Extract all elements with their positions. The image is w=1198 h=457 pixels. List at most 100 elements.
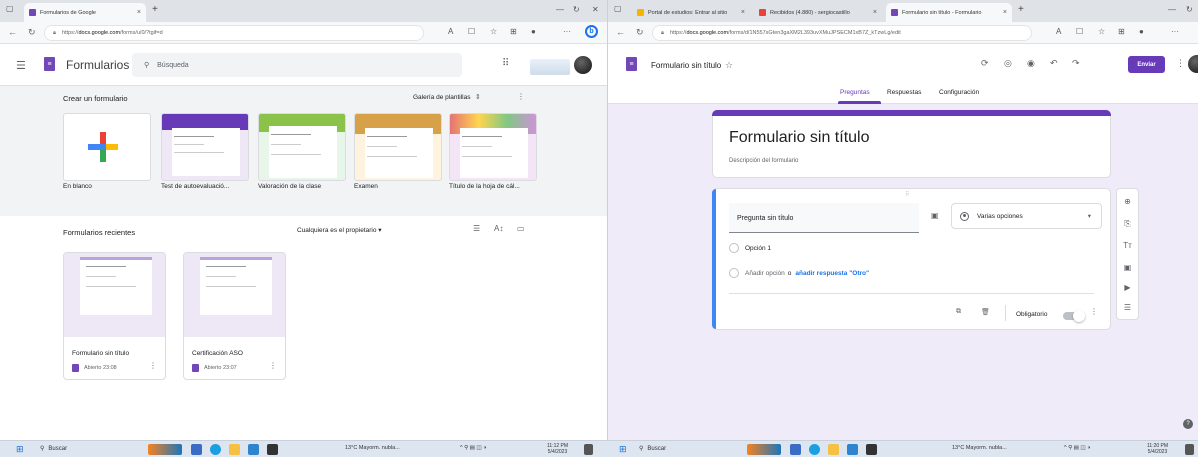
avatar[interactable] [574, 56, 592, 74]
notifications-icon[interactable] [584, 444, 593, 455]
palette-icon[interactable]: ◎ [1004, 58, 1012, 69]
add-image-icon[interactable]: ▣ [1117, 263, 1138, 272]
favorite-icon[interactable]: ☆ [1098, 27, 1105, 36]
form-description-input[interactable]: Descripción del formulario [729, 158, 798, 164]
add-section-icon[interactable]: ☰ [1117, 303, 1138, 312]
undo-icon[interactable]: ↶ [1050, 58, 1058, 69]
forms-logo-icon[interactable]: ≡ [626, 57, 637, 71]
question-type-dropdown[interactable]: Varias opciones ▾ [951, 203, 1102, 229]
question-title-input[interactable]: Pregunta sin título [729, 203, 919, 233]
tab-responses[interactable]: Respuestas [887, 89, 921, 96]
star-icon[interactable]: ☆ [725, 60, 733, 71]
drag-handle-icon[interactable]: ⠿ [905, 191, 909, 198]
more-icon[interactable]: ··· [563, 27, 571, 36]
sort-az-icon[interactable]: A↕ [494, 224, 503, 233]
tab-actions-icon[interactable]: ▢ [6, 4, 14, 13]
avatar[interactable] [1188, 55, 1198, 73]
taskbar-app-icon[interactable] [148, 444, 182, 455]
tab-form-edit[interactable]: Formulario sin título - Formulario × [886, 3, 1012, 22]
collections-icon[interactable]: ⊞ [510, 27, 517, 36]
taskbar-app-icon[interactable] [747, 444, 781, 455]
duplicate-icon[interactable]: ⧉ [956, 308, 961, 316]
edge-icon[interactable] [210, 444, 221, 455]
tab-actions-icon[interactable]: ▢ [614, 4, 622, 13]
forms-logo-icon[interactable]: ≡ [44, 57, 55, 71]
reload-icon[interactable]: ↻ [28, 27, 36, 38]
tab-formularios[interactable]: Formularios de Google × [24, 3, 146, 22]
search-input[interactable]: ⚲ Búsqueda [132, 53, 462, 77]
close-tab-icon[interactable]: × [869, 9, 877, 16]
terminal-icon[interactable] [866, 444, 877, 455]
back-icon[interactable]: ← [616, 27, 625, 37]
profile-icon[interactable]: ● [531, 27, 536, 36]
add-image-icon[interactable]: ▣ [931, 211, 939, 220]
more-icon[interactable]: ··· [1171, 27, 1179, 36]
clock[interactable]: 11:12 PM 5/4/2023 [547, 443, 568, 455]
store-icon[interactable] [847, 444, 858, 455]
reload-icon[interactable]: ↻ [636, 27, 644, 38]
immersive-icon[interactable]: ☐ [468, 27, 475, 36]
profile-icon[interactable]: ● [1139, 27, 1144, 36]
collections-icon[interactable]: ⊞ [1118, 27, 1125, 36]
refresh-icon[interactable]: ↻ [573, 5, 580, 14]
immersive-icon[interactable]: ☐ [1076, 27, 1083, 36]
more-options-icon[interactable]: ⋮ [269, 361, 277, 370]
file-explorer-icon[interactable] [828, 444, 839, 455]
form-heading-input[interactable]: Formulario sin título [729, 129, 870, 147]
close-tab-icon[interactable]: × [133, 9, 141, 16]
more-options-icon[interactable]: ⋮ [1090, 307, 1098, 316]
redo-icon[interactable]: ↷ [1072, 58, 1080, 69]
tab-questions[interactable]: Preguntas [840, 89, 870, 96]
tab-settings[interactable]: Configuración [939, 89, 979, 96]
close-tab-icon[interactable]: × [737, 9, 745, 16]
close-tab-icon[interactable]: × [999, 9, 1007, 16]
required-toggle[interactable] [1063, 310, 1085, 322]
store-icon[interactable] [248, 444, 259, 455]
delete-icon[interactable]: 🗑︎ [981, 308, 990, 316]
add-option-button[interactable]: Añadir opción [745, 270, 785, 277]
url-field[interactable]: 🔒︎ https://docs.google.com/forms/d/1N557… [652, 25, 1032, 41]
preview-icon[interactable]: ◉ [1027, 58, 1035, 69]
task-view-icon[interactable] [191, 444, 202, 455]
taskbar-search[interactable]: ⚲ Buscar [40, 445, 67, 453]
recent-form-card[interactable]: Formulario sin título Abierto 23:08 ⋮ [63, 252, 166, 380]
add-other-link[interactable]: añadir respuesta "Otro" [795, 270, 869, 277]
list-view-icon[interactable]: ☰ [473, 224, 480, 233]
minimize-icon[interactable]: — [1168, 5, 1176, 14]
new-tab-icon[interactable]: + [1018, 4, 1024, 15]
minimize-icon[interactable]: — [556, 5, 564, 14]
tab-gmail[interactable]: Recibidos (4.880) - sergiocastillo × [754, 3, 882, 22]
notifications-icon[interactable] [1185, 444, 1194, 455]
template-gallery-button[interactable]: Galería de plantillas [413, 94, 470, 101]
import-questions-icon[interactable]: ⎘ [1117, 219, 1138, 229]
help-icon[interactable]: ? [1183, 419, 1193, 429]
task-view-icon[interactable] [790, 444, 801, 455]
refresh-icon[interactable]: ↻ [1186, 5, 1193, 14]
terminal-icon[interactable] [267, 444, 278, 455]
system-tray-icons[interactable]: ^ ⚲ ▤ ◫ ◑ [1064, 445, 1090, 451]
apps-grid-icon[interactable]: ⠿ [502, 58, 509, 69]
template-self-assessment[interactable] [161, 113, 249, 181]
tab-portal[interactable]: Portal de estudios: Entrar al sitio × [632, 3, 750, 22]
url-field[interactable]: 🔒︎ https://docs.google.com/forms/u/0/?tg… [44, 25, 424, 41]
more-options-icon[interactable]: ⋮ [517, 92, 525, 101]
option-row[interactable]: Opción 1 [729, 243, 771, 253]
edge-icon[interactable] [809, 444, 820, 455]
add-title-icon[interactable]: Tт [1117, 241, 1138, 250]
more-options-icon[interactable]: ⋮ [149, 361, 157, 370]
favorite-icon[interactable]: ☆ [490, 27, 497, 36]
addons-icon[interactable]: ⟳ [981, 58, 989, 69]
bing-icon[interactable]: b [585, 25, 598, 38]
clock[interactable]: 11:20 PM 5/4/2023 [1147, 443, 1168, 455]
send-button[interactable]: Enviar [1128, 56, 1165, 73]
read-aloud-icon[interactable]: A [448, 27, 453, 36]
template-exam[interactable] [354, 113, 442, 181]
more-options-icon[interactable]: ⋮ [1176, 58, 1185, 69]
template-blank[interactable] [63, 113, 151, 181]
read-aloud-icon[interactable]: A [1056, 27, 1061, 36]
template-spreadsheet-title[interactable] [449, 113, 537, 181]
expand-collapse-icon[interactable]: ⇕ [475, 93, 481, 101]
windows-start-icon[interactable]: ⊞ [16, 444, 24, 455]
template-class-review[interactable] [258, 113, 346, 181]
weather-widget[interactable]: 13°C Mayorm. nubla... [952, 445, 1007, 451]
